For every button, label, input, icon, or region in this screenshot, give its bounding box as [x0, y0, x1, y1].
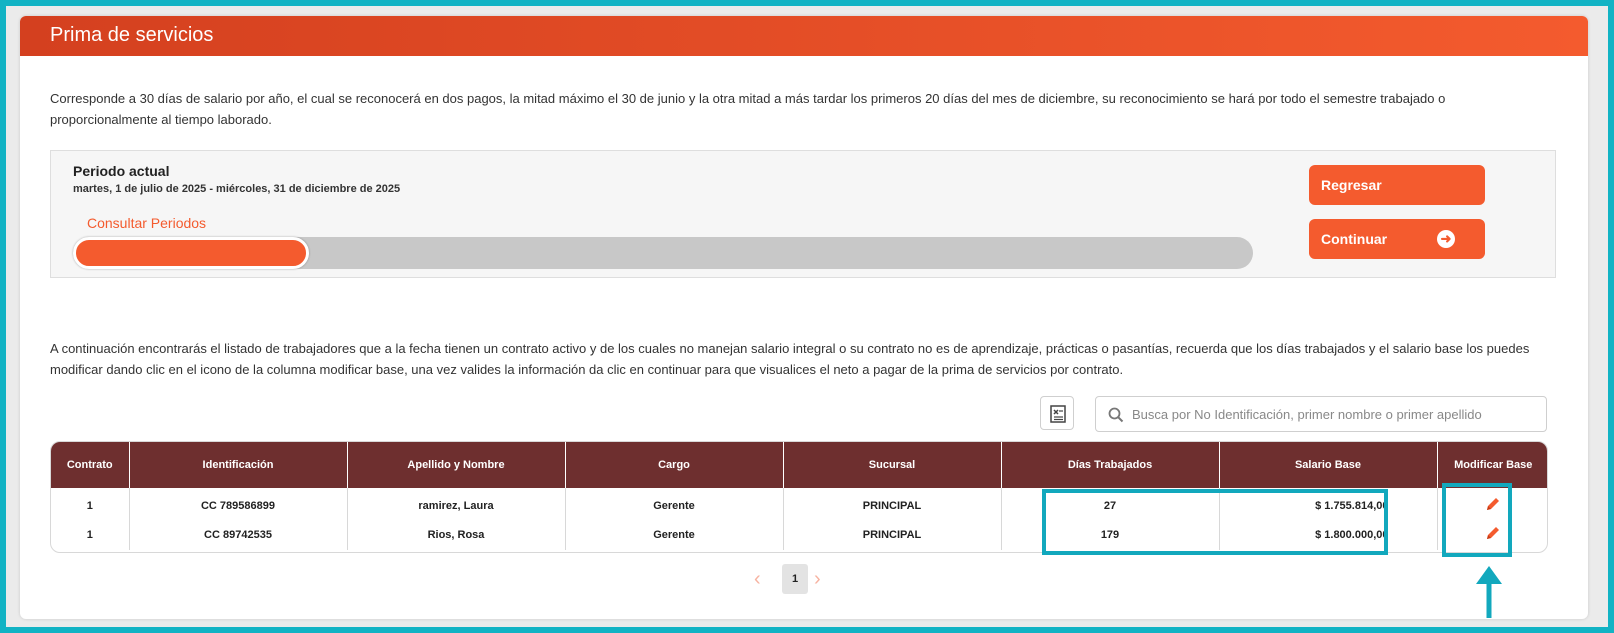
chevron-left-icon[interactable]: ‹	[754, 568, 761, 591]
period-label: Periodo actual	[73, 163, 170, 179]
export-excel-button[interactable]	[1040, 396, 1074, 430]
col-header-contrato: Contrato	[51, 442, 130, 488]
pencil-edit-icon[interactable]	[1485, 525, 1501, 544]
cell-cargo: Gerente	[565, 519, 784, 550]
cell-sucursal: PRINCIPAL	[783, 519, 1002, 550]
intro-text: Corresponde a 30 días de salario por año…	[50, 91, 1446, 127]
col-header-identificacion: Identificación	[129, 442, 348, 488]
cell-contrato: 1	[51, 488, 130, 519]
workers-table: Contrato Identificación Apellido y Nombr…	[50, 441, 1548, 553]
search-box	[1095, 396, 1547, 432]
consult-periods-link[interactable]: Consultar Periodos	[87, 215, 206, 231]
search-icon	[1108, 407, 1124, 423]
page-header: Prima de servicios	[20, 16, 1588, 56]
prima-card: Prima de servicios Corresponde a 30 días…	[20, 16, 1588, 619]
col-header-dias: Días Trabajados	[1001, 442, 1220, 488]
page-number-button[interactable]: 1	[782, 564, 808, 594]
pencil-edit-icon[interactable]	[1485, 496, 1501, 515]
up-arrow-annotation-icon	[1476, 566, 1502, 618]
cell-identificacion: CC 89742535	[129, 519, 348, 550]
chevron-right-icon[interactable]: ›	[814, 568, 821, 591]
table-row: 1 CC 89742535 Rios, Rosa Gerente PRINCIP…	[51, 519, 1547, 550]
arrow-right-circle-icon: ➜	[1437, 230, 1455, 248]
cell-salario: $ 1.755.814,00	[1219, 488, 1438, 519]
page-title: Prima de servicios	[50, 24, 214, 46]
cell-dias: 179	[1001, 519, 1220, 550]
cell-salario: $ 1.800.000,00	[1219, 519, 1438, 550]
list-intro-text: A continuación encontrarás el listado de…	[50, 341, 1530, 377]
col-header-cargo: Cargo	[565, 442, 784, 488]
cell-modificar	[1437, 519, 1547, 550]
cell-sucursal: PRINCIPAL	[783, 488, 1002, 519]
table-row: 1 CC 789586899 ramirez, Laura Gerente PR…	[51, 488, 1547, 519]
pagination: ‹ 1 ›	[742, 564, 832, 594]
cell-nombre: ramirez, Laura	[347, 488, 566, 519]
period-progress-fill	[73, 237, 309, 269]
col-header-nombre: Apellido y Nombre	[347, 442, 566, 488]
period-panel: Periodo actual martes, 1 de julio de 202…	[50, 150, 1556, 278]
cell-modificar	[1437, 488, 1547, 519]
continue-label: Continuar	[1321, 231, 1388, 247]
col-header-sucursal: Sucursal	[783, 442, 1002, 488]
back-button[interactable]: Regresar	[1309, 165, 1485, 205]
col-header-salario: Salario Base	[1219, 442, 1438, 488]
search-input[interactable]	[1132, 397, 1542, 431]
cell-dias: 27	[1001, 488, 1220, 519]
page-frame: Prima de servicios Corresponde a 30 días…	[6, 6, 1608, 627]
cell-nombre: Rios, Rosa	[347, 519, 566, 550]
table-header-row: Contrato Identificación Apellido y Nombr…	[51, 442, 1547, 488]
period-progress-bar	[73, 237, 1253, 269]
cell-identificacion: CC 789586899	[129, 488, 348, 519]
period-range: martes, 1 de julio de 2025 - miércoles, …	[73, 183, 401, 195]
col-header-modificar: Modificar Base	[1454, 459, 1533, 471]
cell-cargo: Gerente	[565, 488, 784, 519]
excel-file-icon	[1050, 405, 1066, 423]
cell-contrato: 1	[51, 519, 130, 550]
continue-button[interactable]: Continuar ➜	[1309, 219, 1485, 259]
